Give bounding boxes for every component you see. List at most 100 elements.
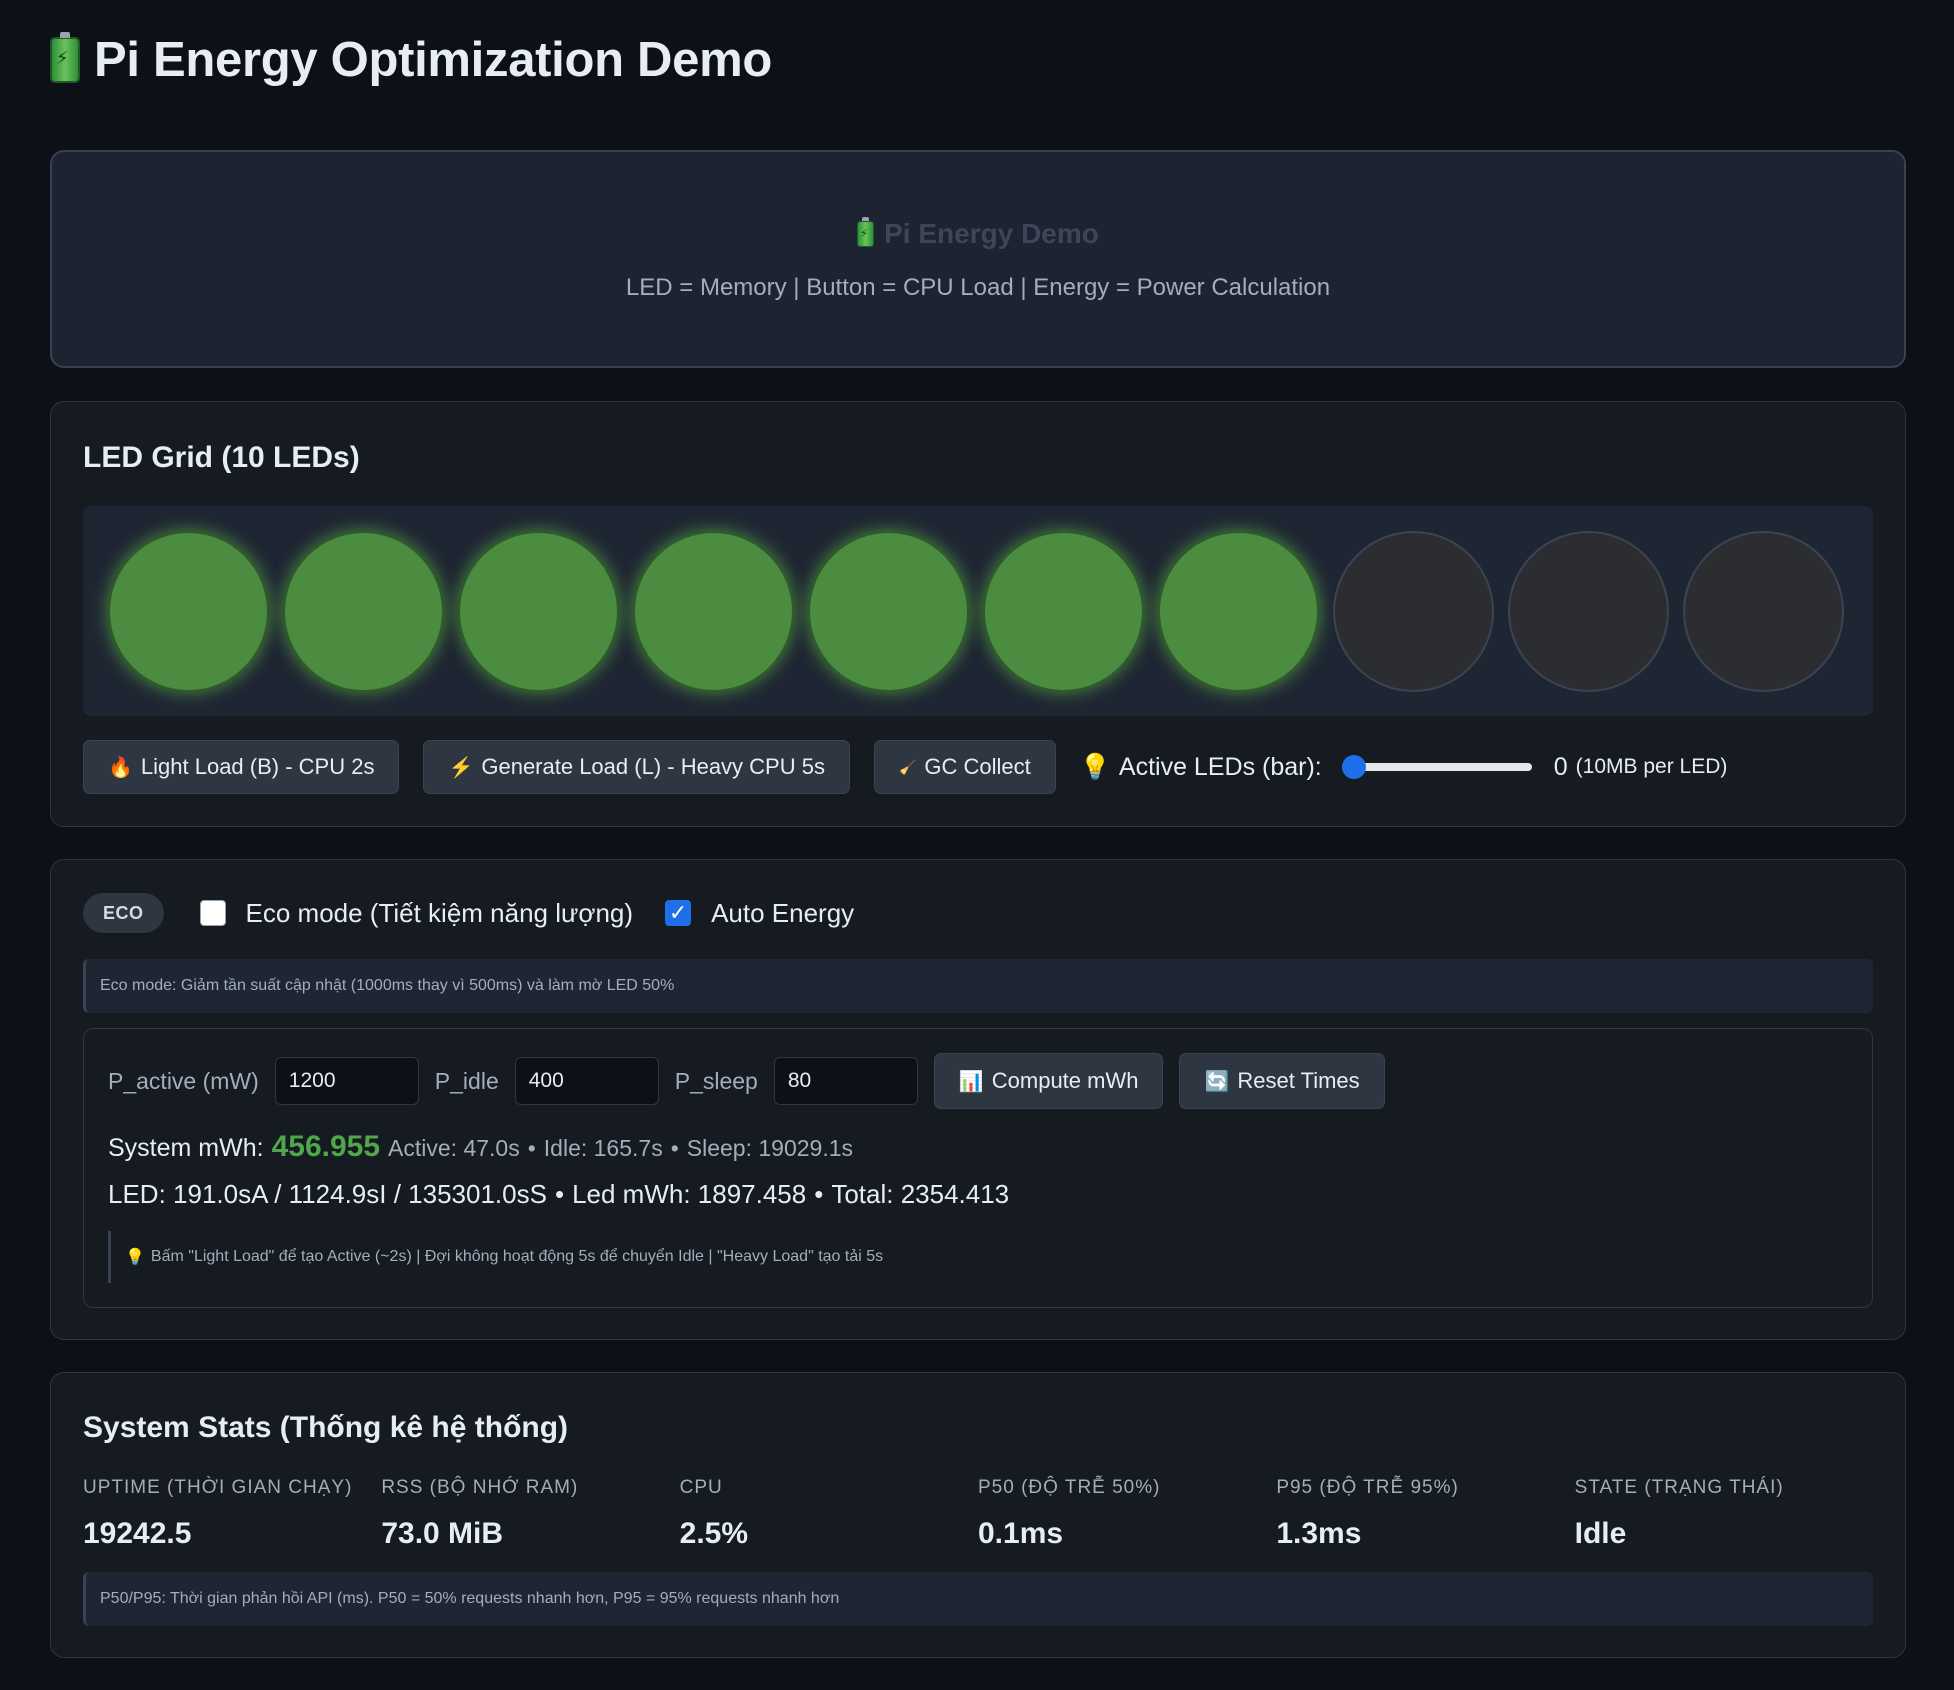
compute-mwh-button[interactable]: 📊 Compute mWh xyxy=(933,1053,1164,1109)
led-times: LED: 191.0sA / 1124.9sI / 135301.0sS xyxy=(108,1179,547,1209)
battery-icon xyxy=(857,217,875,247)
slider-thumb[interactable] xyxy=(1341,755,1366,779)
power-inputs: P_active (mW) P_idle P_sleep 📊 Compute m… xyxy=(108,1053,1385,1109)
led-9 xyxy=(1508,530,1669,692)
stats-grid: UPTIME (THỜI GIAN CHẠY) 19242.5 RSS (BỘ NH… xyxy=(83,1477,1873,1551)
energy-calculator: P_active (mW) P_idle P_sleep 📊 Compute m… xyxy=(83,1028,1873,1308)
system-stats-card: System Stats (Thống kê hệ thống) UPTIME … xyxy=(50,1372,1906,1658)
stat-item: CPU 2.5% xyxy=(680,1477,978,1551)
reset-times-button[interactable]: 🔄 Reset Times xyxy=(1179,1053,1385,1109)
energy-hint: 💡 Bấm "Light Load" để tạo Active (~2s) |… xyxy=(108,1231,1848,1283)
p-active-input[interactable] xyxy=(274,1057,419,1105)
fire-icon: 🔥 xyxy=(108,756,133,779)
led-panel xyxy=(83,506,1873,716)
hero-title: Pi Energy Demo xyxy=(52,217,1904,250)
led-6 xyxy=(983,530,1144,692)
lightning-icon: ⚡ xyxy=(448,756,474,779)
heavy-load-label: Generate Load (L) - Heavy CPU 5s xyxy=(481,754,825,779)
stat-label: RSS (BỘ NHỚ RAM) xyxy=(381,1477,579,1498)
led-mwh: Led mWh: 1897.458 xyxy=(572,1179,807,1209)
active-time: Active: 47.0s xyxy=(388,1135,520,1161)
lightbulb-icon: 💡 xyxy=(1079,752,1111,781)
auto-energy-label[interactable]: Auto Energy xyxy=(711,898,854,929)
system-stats-heading: System Stats (Thống kê hệ thống) xyxy=(83,1411,569,1444)
stat-value: Idle xyxy=(1574,1517,1627,1550)
stat-item: UPTIME (THỜI GIAN CHẠY) 19242.5 xyxy=(83,1477,381,1551)
active-leds-unit: (10MB per LED) xyxy=(1575,755,1728,778)
led-7 xyxy=(1158,530,1319,692)
separator-dot: • xyxy=(670,1135,679,1161)
system-energy-line: System mWh: 456.955 Active: 47.0s • Idle… xyxy=(108,1130,853,1164)
stat-value: 2.5% xyxy=(679,1517,749,1550)
slider-track xyxy=(1341,763,1532,771)
heavy-load-button[interactable]: ⚡ Generate Load (L) - Heavy CPU 5s xyxy=(423,740,850,794)
led-10 xyxy=(1683,530,1844,692)
p-idle-label: P_idle xyxy=(434,1067,499,1094)
p-sleep-input[interactable] xyxy=(773,1057,918,1105)
stat-item: STATE (TRẠNG THÁI) Idle xyxy=(1575,1477,1873,1551)
stat-value: 73.0 MiB xyxy=(381,1517,504,1550)
stat-value: 19242.5 xyxy=(83,1517,192,1550)
eco-toggles: ECO Eco mode (Tiết kiệm năng lượng) ✓ Au… xyxy=(83,892,854,934)
light-load-button[interactable]: 🔥 Light Load (B) - CPU 2s xyxy=(83,740,400,794)
stat-item: P50 (ĐỘ TRỄ 50%) 0.1ms xyxy=(978,1477,1276,1551)
light-load-label: Light Load (B) - CPU 2s xyxy=(140,754,375,779)
system-mwh-label: System mWh: xyxy=(108,1134,264,1162)
idle-time: Idle: 165.7s xyxy=(543,1135,663,1161)
system-mwh-value: 456.955 xyxy=(271,1130,381,1163)
eco-mode-note: Eco mode: Giảm tần suất cập nhật (1000ms… xyxy=(83,959,1873,1013)
active-leds-value: 0 xyxy=(1553,752,1568,781)
stat-value: 0.1ms xyxy=(977,1517,1064,1550)
total-mwh: Total: 2354.413 xyxy=(831,1179,1010,1209)
led-energy-line: LED: 191.0sA / 1124.9sI / 135301.0sS • L… xyxy=(108,1179,1009,1210)
stat-label: CPU xyxy=(679,1477,723,1498)
hero-banner: Pi Energy Demo LED = Memory | Button = C… xyxy=(50,150,1906,368)
eco-energy-card: ECO Eco mode (Tiết kiệm năng lượng) ✓ Au… xyxy=(50,859,1906,1340)
stat-item: RSS (BỘ NHỚ RAM) 73.0 MiB xyxy=(381,1477,679,1551)
separator-dot: • xyxy=(814,1179,824,1209)
eco-badge: ECO xyxy=(83,893,164,933)
latency-note: P50/P95: Thời gian phản hồi API (ms). P5… xyxy=(83,1572,1873,1626)
eco-mode-checkbox[interactable] xyxy=(199,900,226,926)
led-8 xyxy=(1333,530,1494,692)
page-title: Pi Energy Optimization Demo xyxy=(50,32,772,88)
gc-collect-button[interactable]: 🧹 GC Collect xyxy=(873,740,1056,794)
reset-times-label: Reset Times xyxy=(1237,1068,1360,1093)
hero-title-text: Pi Energy Demo xyxy=(884,218,1099,249)
p-active-label: P_active (mW) xyxy=(108,1067,259,1094)
auto-energy-checkbox[interactable]: ✓ xyxy=(665,900,692,926)
led-5 xyxy=(808,530,969,692)
battery-icon xyxy=(50,32,80,83)
gc-collect-label: GC Collect xyxy=(924,754,1031,779)
hero-subtitle: LED = Memory | Button = CPU Load | Energ… xyxy=(625,274,1331,301)
led-4 xyxy=(633,530,794,692)
led-3 xyxy=(458,530,619,692)
led-2 xyxy=(283,530,444,692)
led-grid-card: LED Grid (10 LEDs) 🔥 Light Load (B) - CP… xyxy=(50,401,1906,827)
active-leds-slider[interactable] xyxy=(1341,752,1532,782)
active-leds-label-text: Active LEDs (bar): xyxy=(1118,752,1322,781)
broom-icon: 🧹 xyxy=(898,758,917,775)
page-title-text: Pi Energy Optimization Demo xyxy=(94,33,772,87)
separator-dot: • xyxy=(527,1135,536,1161)
led-grid-heading: LED Grid (10 LEDs) xyxy=(83,441,360,474)
stat-item: P95 (ĐỘ TRỄ 95%) 1.3ms xyxy=(1276,1477,1574,1551)
chart-icon: 📊 xyxy=(958,1070,984,1093)
eco-mode-label[interactable]: Eco mode (Tiết kiệm năng lượng) xyxy=(246,898,634,929)
refresh-icon: 🔄 xyxy=(1204,1070,1230,1093)
active-leds-label: 💡 Active LEDs (bar): xyxy=(1080,753,1322,782)
stat-label: P50 (ĐỘ TRỄ 50%) xyxy=(977,1477,1161,1498)
p-sleep-label: P_sleep xyxy=(674,1067,758,1094)
p-idle-input[interactable] xyxy=(514,1057,659,1105)
led-1 xyxy=(108,530,269,692)
energy-hint-text: Bấm "Light Load" để tạo Active (~2s) | Đ… xyxy=(150,1248,884,1265)
led-controls: 🔥 Light Load (B) - CPU 2s ⚡ Generate Loa… xyxy=(83,740,1873,794)
stat-label: UPTIME (THỜI GIAN CHẠY) xyxy=(83,1477,353,1498)
stat-value: 1.3ms xyxy=(1276,1517,1362,1550)
stat-label: P95 (ĐỘ TRỄ 95%) xyxy=(1276,1477,1459,1498)
lightbulb-icon: 💡 xyxy=(125,1249,145,1266)
sleep-time: Sleep: 19029.1s xyxy=(686,1135,854,1161)
stat-label: STATE (TRẠNG THÁI) xyxy=(1574,1477,1784,1498)
compute-mwh-label: Compute mWh xyxy=(991,1068,1139,1093)
separator-dot: • xyxy=(554,1179,565,1209)
